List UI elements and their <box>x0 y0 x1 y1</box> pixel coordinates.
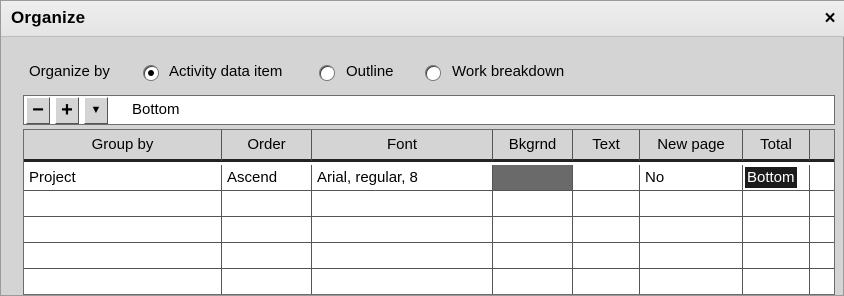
column-header-bkgrnd[interactable]: Bkgrnd <box>493 130 573 162</box>
table-row-cell[interactable] <box>312 191 493 217</box>
table-row-cell[interactable] <box>493 191 573 217</box>
chevron-down-icon[interactable]: ▼ <box>84 97 108 124</box>
organize-by-label: Organize by <box>29 63 110 80</box>
group-grid: Group by Order Font Bkgrnd Text New page… <box>23 129 835 295</box>
column-header-font[interactable]: Font <box>312 130 493 162</box>
table-row-cell[interactable] <box>573 243 640 269</box>
column-header-text[interactable]: Text <box>573 130 640 162</box>
cell-total[interactable]: Bottom <box>743 165 810 191</box>
table-row-cell[interactable] <box>573 217 640 243</box>
table-row-cell[interactable] <box>743 269 810 294</box>
table-row-cell[interactable] <box>312 269 493 294</box>
table-row-cell <box>810 217 834 243</box>
organize-dialog: Organize × Organize by Activity data ite… <box>0 0 844 296</box>
table-row-cell[interactable] <box>222 269 312 294</box>
table-row-cell[interactable] <box>743 243 810 269</box>
table-row-cell[interactable] <box>493 269 573 294</box>
table-row-cell[interactable] <box>24 269 222 294</box>
table-row-cell[interactable] <box>640 191 743 217</box>
radio-outline[interactable] <box>319 65 335 81</box>
column-header-extra <box>810 130 834 162</box>
table-row-cell[interactable] <box>312 243 493 269</box>
table-row-cell <box>810 191 834 217</box>
radio-work-breakdown[interactable] <box>425 65 441 81</box>
cell-order[interactable]: Ascend <box>222 165 312 191</box>
table-row-cell[interactable] <box>640 269 743 294</box>
table-row-cell[interactable] <box>573 269 640 294</box>
radio-activity-data-item-label[interactable]: Activity data item <box>169 63 282 80</box>
cell-bkgrnd-color[interactable] <box>493 165 573 191</box>
radio-activity-data-item[interactable] <box>143 65 159 81</box>
cell-extra <box>810 165 834 191</box>
column-header-group-by[interactable]: Group by <box>24 130 222 162</box>
cell-text-color[interactable] <box>573 165 640 191</box>
column-header-order[interactable]: Order <box>222 130 312 162</box>
close-icon[interactable]: × <box>821 9 839 29</box>
table-row-cell[interactable] <box>222 217 312 243</box>
radio-work-breakdown-label[interactable]: Work breakdown <box>452 63 564 80</box>
table-row-cell[interactable] <box>222 243 312 269</box>
remove-group-button[interactable]: − <box>26 97 50 124</box>
cell-font[interactable]: Arial, regular, 8 <box>312 165 493 191</box>
cell-total-value: Bottom <box>744 166 798 189</box>
table-row-cell[interactable] <box>24 243 222 269</box>
table-row-cell[interactable] <box>573 191 640 217</box>
cell-new-page[interactable]: No <box>640 165 743 191</box>
table-row-cell[interactable] <box>493 217 573 243</box>
group-toolbar: − + ▼ Bottom <box>23 95 835 125</box>
table-row-cell[interactable] <box>640 217 743 243</box>
title-bar: Organize × <box>1 1 844 37</box>
table-row-cell <box>810 243 834 269</box>
table-row-cell[interactable] <box>640 243 743 269</box>
radio-outline-label[interactable]: Outline <box>346 63 394 80</box>
table-row-cell[interactable] <box>743 191 810 217</box>
table-row-cell[interactable] <box>743 217 810 243</box>
table-row-cell[interactable] <box>312 217 493 243</box>
table-row-cell[interactable] <box>24 191 222 217</box>
cell-group-by[interactable]: Project <box>24 165 222 191</box>
dialog-title: Organize <box>11 8 86 27</box>
column-header-new-page[interactable]: New page <box>640 130 743 162</box>
table-row-cell[interactable] <box>493 243 573 269</box>
column-header-total[interactable]: Total <box>743 130 810 162</box>
add-group-button[interactable]: + <box>55 97 79 124</box>
total-position-field[interactable]: Bottom <box>132 101 180 118</box>
table-row-cell <box>810 269 834 294</box>
table-row-cell[interactable] <box>24 217 222 243</box>
table-row-cell[interactable] <box>222 191 312 217</box>
